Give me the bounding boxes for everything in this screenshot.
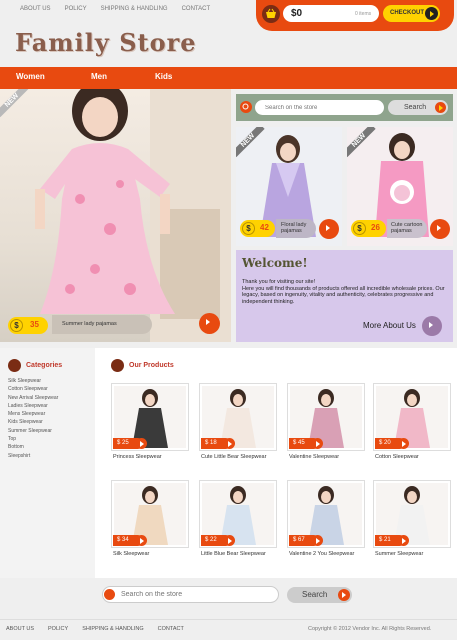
category-item[interactable]: Bottom — [8, 443, 58, 451]
featured-arrow-icon[interactable] — [430, 219, 450, 239]
category-item[interactable]: Ladies Sleepwear — [8, 402, 58, 410]
arrow-right-icon — [435, 102, 446, 113]
copyright: Copyright © 2012 Vendor Inc. All Rights … — [308, 626, 432, 632]
categories-icon — [8, 359, 21, 372]
top-nav-about[interactable]: ABOUT US — [20, 6, 51, 12]
nav-women[interactable]: Women — [16, 72, 45, 81]
basket-icon[interactable] — [262, 5, 280, 23]
product-card[interactable]: $ 18 — [199, 383, 277, 451]
featured-label-2: Cute cartoon pajamas — [391, 222, 423, 234]
product-name[interactable]: Silk Sleepwear — [113, 551, 149, 557]
arrow-right-icon[interactable] — [312, 535, 323, 546]
footer-nav-contact[interactable]: CONTACT — [158, 626, 184, 632]
arrow-right-icon[interactable] — [136, 438, 147, 449]
product-name[interactable]: Cute Little Bear Sleepwear — [201, 454, 266, 460]
footer-nav-shipping[interactable]: SHIPPING & HANDLING — [82, 626, 143, 632]
footer-nav-about[interactable]: ABOUT US — [6, 626, 34, 632]
category-item[interactable]: Summer Sleepwear — [8, 427, 58, 435]
product-name[interactable]: Summer Sleepwear — [375, 551, 423, 557]
top-nav: ABOUT US POLICY SHIPPING & HANDLING CONT… — [20, 6, 210, 12]
hero-model-image — [35, 89, 231, 342]
product-name[interactable]: Valentine Sleepwear — [289, 454, 339, 460]
featured-label-1: Floral lady pajamas — [281, 222, 307, 234]
featured-price-2: 26 — [371, 223, 380, 232]
category-item[interactable]: Sleepshirt — [8, 452, 58, 460]
product-card[interactable]: $ 25 — [111, 383, 189, 451]
top-nav-shipping[interactable]: SHIPPING & HANDLING — [101, 6, 168, 12]
product-name[interactable]: Little Blue Bear Sleepwear — [201, 551, 266, 557]
category-item[interactable]: Mens Sleepwear — [8, 410, 58, 418]
more-about-link[interactable]: More About Us — [363, 321, 416, 330]
category-item[interactable]: Silk Sleepwear — [8, 377, 58, 385]
category-list: Silk Sleepwear Cotton Sleepwear New Arri… — [8, 377, 58, 460]
top-nav-policy[interactable]: POLICY — [65, 6, 87, 12]
bottom-search-label: Search — [302, 590, 328, 599]
checkout-label: CHECKOUT — [390, 10, 424, 16]
footer-nav-policy[interactable]: POLICY — [48, 626, 68, 632]
product-card[interactable]: $ 45 — [287, 383, 365, 451]
checkout-button[interactable]: CHECKOUT — [383, 5, 440, 22]
more-about-arrow-icon[interactable] — [422, 316, 442, 336]
search-icon — [240, 101, 252, 113]
products-icon — [111, 359, 124, 372]
cart-total: $0 — [291, 8, 303, 19]
arrow-right-icon[interactable] — [224, 438, 235, 449]
site-logo[interactable]: Family Store — [15, 28, 197, 57]
category-item[interactable]: Cotton Sleepwear — [8, 385, 58, 393]
category-item[interactable]: Kids Sleepwear — [8, 418, 58, 426]
dollar-icon: $ — [353, 222, 366, 235]
product-card[interactable]: $ 21 — [373, 480, 451, 548]
welcome-title: Welcome! — [242, 256, 308, 270]
arrow-right-icon[interactable] — [398, 438, 409, 449]
hero-label: Summer lady pajamas — [62, 321, 117, 327]
dollar-icon: $ — [10, 319, 23, 332]
search-input[interactable] — [255, 100, 384, 115]
category-item[interactable]: Top — [8, 435, 58, 443]
featured-price-1: 42 — [260, 223, 269, 232]
main-nav: Women Men Kids — [0, 67, 457, 89]
hero-price: 35 — [30, 320, 39, 329]
category-item[interactable]: New Arrival Sleepwear — [8, 394, 58, 402]
footer-divider — [0, 619, 457, 620]
footer-nav: ABOUT US POLICY SHIPPING & HANDLING CONT… — [6, 626, 184, 632]
product-name[interactable]: Cotton Sleepwear — [375, 454, 419, 460]
bottom-search-input[interactable] — [102, 586, 279, 603]
product-card[interactable]: $ 22 — [199, 480, 277, 548]
search-icon — [104, 589, 115, 600]
featured-arrow-icon[interactable] — [319, 219, 339, 239]
hero-banner[interactable]: NEW — [0, 89, 231, 342]
categories-title: Categories — [26, 362, 63, 369]
search-button-label: Search — [404, 104, 427, 111]
dollar-icon: $ — [242, 222, 255, 235]
product-name[interactable]: Princess Sleepwear — [113, 454, 162, 460]
product-card[interactable]: $ 34 — [111, 480, 189, 548]
nav-men[interactable]: Men — [91, 72, 107, 81]
arrow-right-icon[interactable] — [398, 535, 409, 546]
arrow-right-icon — [338, 589, 350, 601]
product-card[interactable]: $ 67 — [287, 480, 365, 548]
cart-item-count: 0 items — [355, 11, 372, 17]
bottom-search-button[interactable]: Search — [287, 587, 352, 603]
arrow-right-icon — [425, 7, 438, 20]
hero-arrow-icon[interactable] — [199, 313, 220, 334]
arrow-right-icon[interactable] — [224, 535, 235, 546]
arrow-right-icon[interactable] — [312, 438, 323, 449]
product-card[interactable]: $ 20 — [373, 383, 451, 451]
top-nav-contact[interactable]: CONTACT — [182, 6, 211, 12]
product-name[interactable]: Valentine 2 You Sleepwear — [289, 551, 354, 557]
welcome-text: Thank you for visiting our site! Here yo… — [242, 279, 445, 305]
search-button[interactable]: Search — [388, 100, 448, 115]
arrow-right-icon[interactable] — [136, 535, 147, 546]
nav-kids[interactable]: Kids — [155, 72, 172, 81]
products-title: Our Products — [129, 362, 174, 369]
